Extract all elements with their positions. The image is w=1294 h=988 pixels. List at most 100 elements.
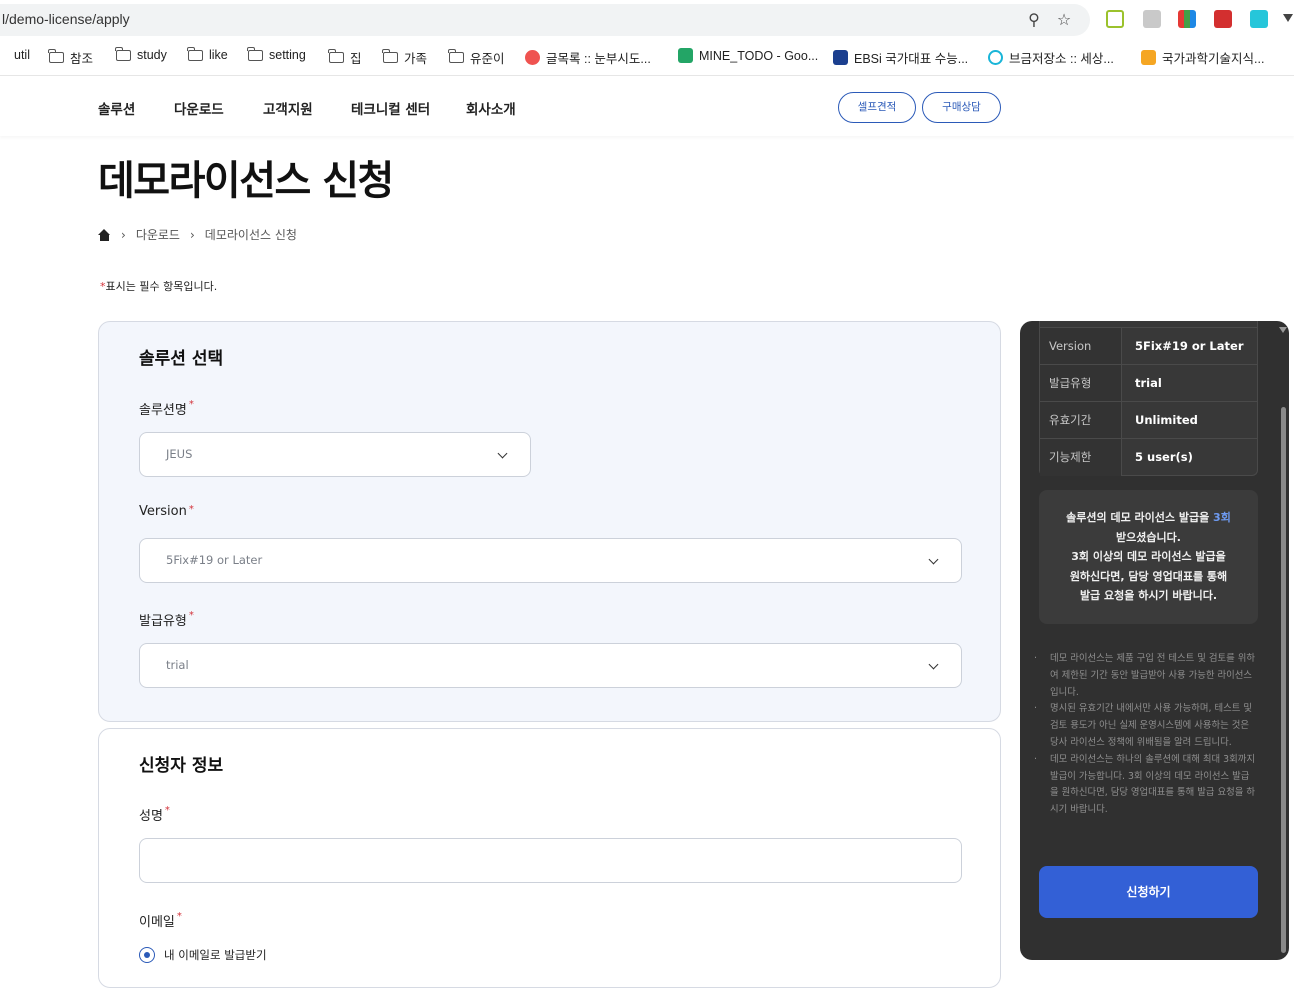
version-value: 5Fix#19 or Later [166, 553, 263, 567]
breadcrumb-download[interactable]: 다운로드 [136, 226, 180, 243]
nav-item-technical-center[interactable]: 테크니컬 센터 [351, 98, 430, 118]
name-input[interactable] [139, 838, 962, 883]
ntis-icon [1141, 50, 1156, 65]
bookmark-link[interactable]: MINE_TODO - Goo... [678, 48, 818, 63]
summary-value-version: 5Fix#19 or Later [1135, 339, 1244, 353]
email-option-own[interactable]: 내 이메일로 발급받기 [139, 947, 267, 963]
chevron-down-icon [497, 448, 508, 459]
solution-name-select[interactable]: JEUS [139, 432, 531, 477]
bookmark-folder[interactable]: 참조 [48, 48, 93, 67]
folder-icon [115, 46, 131, 61]
summary-key-issue-type: 발급유형 [1040, 365, 1122, 402]
chevron-down-icon[interactable] [1283, 14, 1293, 22]
applicant-section-title: 신청자 정보 [139, 756, 224, 776]
notice-line-4: 원하신다면, 담당 영업대표를 통해 [1069, 569, 1228, 583]
self-quote-button[interactable]: 셀프견적 [838, 92, 916, 123]
email-label: 이메일 * [139, 911, 182, 930]
summary-row: 기능제한 5 user(s) [1040, 438, 1257, 476]
extension-icon-4[interactable] [1214, 10, 1232, 28]
breadcrumb-separator: › [121, 227, 126, 242]
summary-value-validity: Unlimited [1135, 413, 1198, 427]
extension-icon-2[interactable] [1143, 10, 1161, 28]
ebsi-icon [833, 50, 848, 65]
folder-icon [328, 49, 344, 63]
summary-row: 유효기간 Unlimited [1040, 401, 1257, 439]
bgm-icon [988, 50, 1003, 65]
bookmark-folder[interactable]: study [115, 46, 167, 62]
notice-line-2: 받으셨습니다. [1116, 530, 1181, 544]
bookmark-folder[interactable]: setting [247, 46, 306, 62]
summary-value-limit: 5 user(s) [1135, 450, 1193, 464]
bookmark-folder[interactable]: 가족 [382, 48, 427, 67]
license-notes: 데모 라이선스는 제품 구입 전 테스트 및 검토를 위하여 제한된 기간 동안… [1032, 651, 1256, 819]
solution-name-value: JEUS [166, 447, 193, 461]
summary-value-issue-type: trial [1135, 376, 1162, 390]
issue-type-label: 발급유형 * [139, 610, 194, 629]
nav-item-download[interactable]: 다운로드 [174, 98, 224, 118]
folder-icon [187, 46, 203, 61]
site-header: 솔루션 다운로드 고객지원 테크니컬 센터 회사소개 셀프견적 구매상담 [0, 77, 1294, 136]
version-label: Version * [139, 504, 194, 519]
nav-item-solution[interactable]: 솔루션 [98, 98, 135, 118]
required-note: *표시는 필수 항목입니다. [100, 280, 218, 293]
bookmark-link[interactable]: 브금저장소 :: 세상... [988, 48, 1114, 67]
chevron-down-icon [928, 659, 939, 670]
summary-row: Version 5Fix#19 or Later [1040, 327, 1257, 365]
folder-icon [382, 49, 398, 63]
tistory-icon [525, 50, 540, 65]
name-label: 성명 * [139, 805, 170, 824]
summary-panel: Version 5Fix#19 or Later 발급유형 trial 유효기간… [1020, 321, 1289, 960]
notice-line-3: 3회 이상의 데모 라이선스 발급을 [1071, 550, 1226, 563]
bookmark-folder[interactable]: like [187, 46, 228, 62]
nav-item-support[interactable]: 고객지원 [263, 98, 313, 118]
chevron-down-icon [928, 554, 939, 565]
note-item: 데모 라이선스는 제품 구입 전 테스트 및 검토를 위하여 제한된 기간 동안… [1032, 651, 1256, 701]
bookmark-link[interactable]: 국가과학기술지식... [1141, 48, 1264, 67]
bookmark-folder[interactable]: util [0, 48, 30, 62]
issue-type-value: trial [166, 658, 189, 672]
notice-line-5: 발급 요청을 하시기 바랍니다. [1079, 589, 1218, 602]
browser-address-bar: l/demo-license/apply ⚲ ☆ [0, 0, 1294, 40]
apply-button[interactable]: 신청하기 [1039, 866, 1258, 918]
summary-key-version: Version [1040, 328, 1122, 365]
breadcrumb-separator: › [189, 227, 195, 242]
note-item: 데모 라이선스는 하나의 솔루션에 대해 최대 3회까지 발급이 가능합니다. … [1032, 752, 1256, 819]
summary-row: 발급유형 trial [1040, 364, 1257, 402]
extension-icon-5[interactable] [1250, 10, 1268, 28]
extension-icon-3[interactable] [1178, 10, 1196, 28]
nav-item-company[interactable]: 회사소개 [466, 98, 516, 118]
extension-icon-1[interactable] [1106, 10, 1124, 28]
email-option-label: 내 이메일로 발급받기 [164, 948, 267, 962]
notice-count: 3회 [1213, 511, 1231, 524]
bookmark-link[interactable]: 글목록 :: 눈부시도... [525, 48, 651, 67]
solution-section-title: 솔루션 선택 [139, 349, 224, 369]
summary-key-validity: 유효기간 [1040, 402, 1122, 439]
purchase-consult-button[interactable]: 구매상담 [922, 92, 1001, 123]
breadcrumb-current: 데모라이선스 신청 [204, 228, 297, 242]
solution-name-label: 솔루션명 * [139, 399, 194, 418]
radio-selected-icon[interactable] [139, 947, 155, 963]
panel-scrollbar[interactable] [1281, 407, 1286, 953]
star-icon[interactable]: ☆ [1054, 10, 1074, 30]
page-title: 데모라이선스 신청 [98, 158, 394, 204]
note-item: 명시된 유효기간 내에서만 사용 가능하며, 테스트 및 검토 용도가 아닌 실… [1032, 701, 1256, 751]
folder-icon [448, 49, 464, 63]
zoom-icon[interactable]: ⚲ [1024, 10, 1044, 30]
summary-table: Version 5Fix#19 or Later 발급유형 trial 유효기간… [1039, 321, 1258, 476]
summary-key-limit: 기능제한 [1040, 439, 1122, 476]
breadcrumb: › 다운로드 › 데모라이선스 신청 [98, 226, 297, 243]
bookmark-link[interactable]: EBSi 국가대표 수능... [833, 48, 968, 67]
bookmark-folder[interactable]: 유준이 [448, 48, 505, 67]
omnibox[interactable]: l/demo-license/apply ⚲ ☆ [0, 4, 1090, 36]
bookmark-folder[interactable]: 집 [328, 48, 362, 67]
version-select[interactable]: 5Fix#19 or Later [139, 538, 962, 583]
scroll-up-arrow-icon[interactable] [1279, 327, 1287, 333]
home-icon[interactable] [98, 228, 111, 241]
url-text[interactable]: l/demo-license/apply [2, 11, 130, 27]
applicant-info-card: 신청자 정보 성명 * 이메일 * 내 이메일로 발급받기 [98, 728, 1001, 988]
solution-select-card: 솔루션 선택 솔루션명 * JEUS Version * 5Fix#19 or La… [98, 321, 1001, 722]
issue-type-select[interactable]: trial [139, 643, 962, 688]
notice-line-1: 솔루션의 데모 라이선스 발급을 3회 [1066, 511, 1231, 524]
sheets-icon [678, 48, 693, 63]
folder-icon [247, 46, 263, 61]
